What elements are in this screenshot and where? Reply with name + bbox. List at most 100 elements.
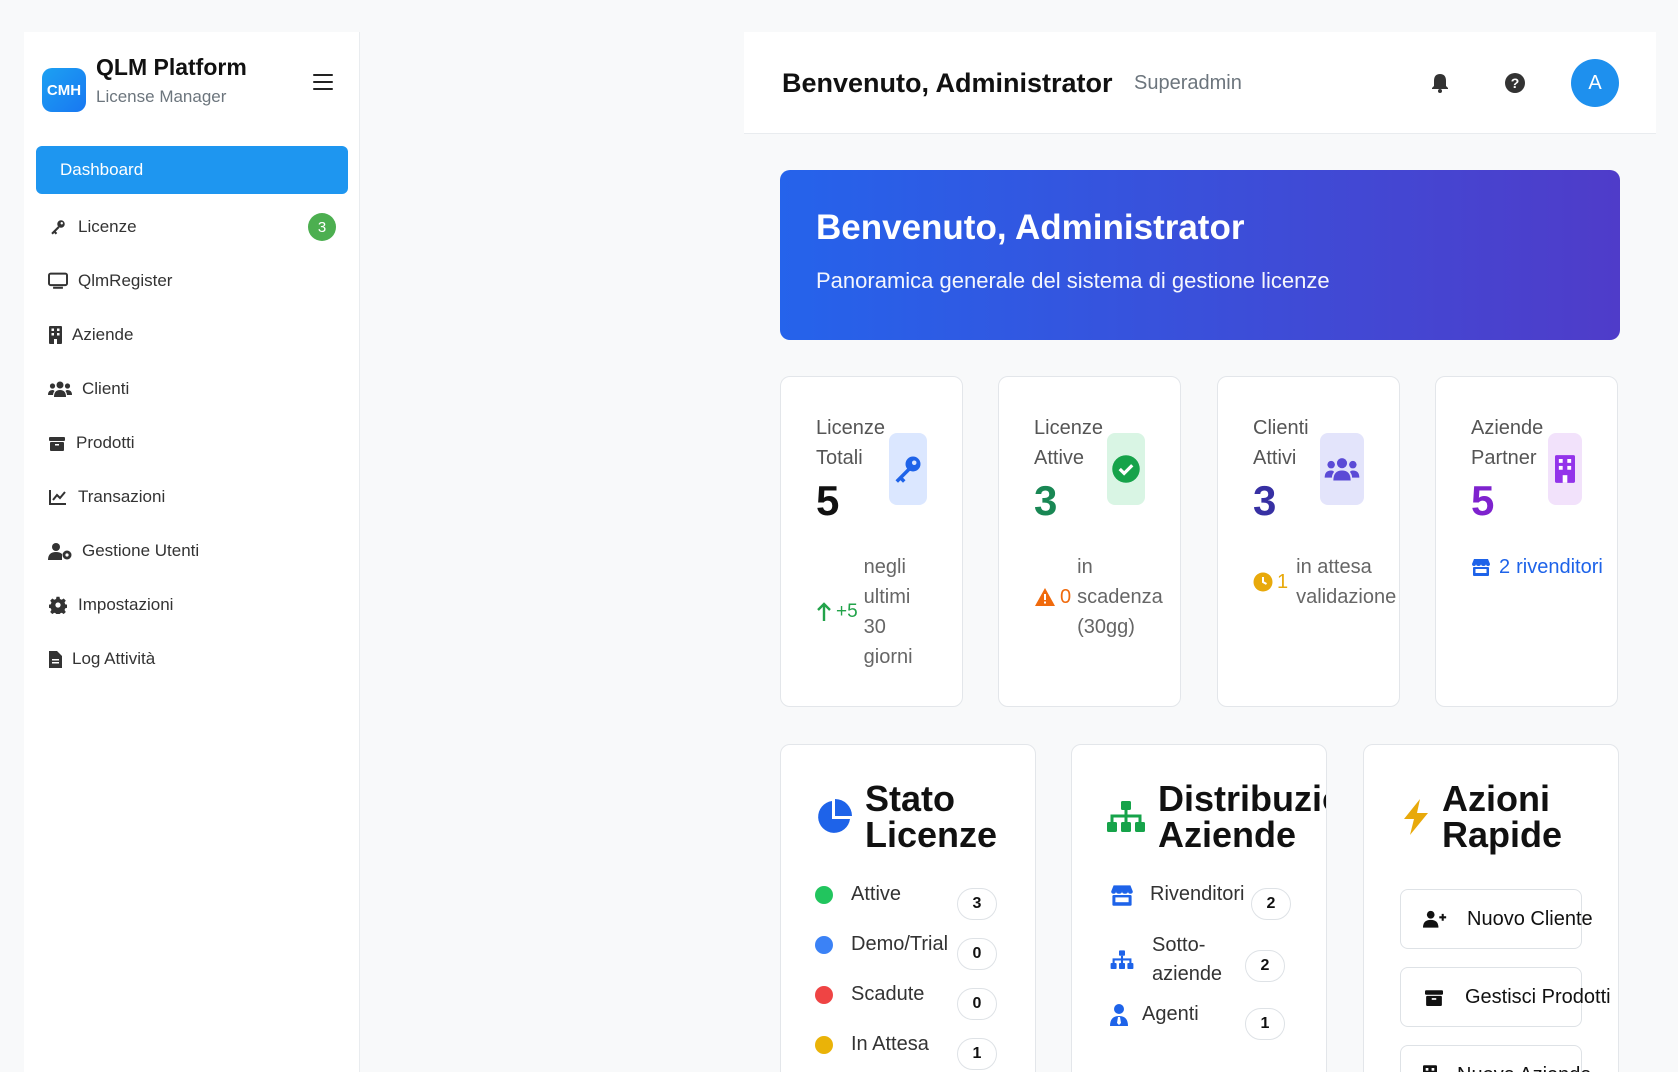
quick-action-label: Nuovo Cliente: [1467, 907, 1593, 930]
key-icon: [48, 217, 68, 237]
card-title: Azioni: [1442, 778, 1550, 819]
building-icon: [48, 325, 62, 345]
arrow-up-icon: [816, 602, 832, 622]
user-plus-icon: [1423, 909, 1447, 929]
monitor-icon: [48, 271, 68, 291]
card-title: Stato: [865, 778, 955, 819]
status-label: Scadute: [851, 983, 925, 1005]
card-title: Rapide: [1442, 814, 1563, 855]
status-dot: [815, 885, 833, 904]
sitemap-icon: [1110, 950, 1134, 970]
status-dot: [815, 985, 833, 1004]
sidebar-item-impostazioni[interactable]: Impostazioni: [36, 581, 348, 629]
distribution-label: Rivenditori: [1150, 883, 1245, 905]
stat-footer-text: negli ultimi 30 giorni: [863, 556, 913, 668]
warning-icon: [1034, 587, 1056, 607]
stat-footer: +5 negli ultimi 30 giorni: [816, 552, 924, 672]
bell-icon[interactable]: [1425, 68, 1455, 98]
distribution-row-sotto-aziende: Sotto-aziende: [1110, 931, 1320, 989]
gestisci-prodotti-button[interactable]: Gestisci Prodotti: [1400, 967, 1611, 1027]
stat-card-aziende-partner: Aziende Partner 5 2 rivenditori: [1435, 376, 1618, 707]
sidebar-item-licenze[interactable]: Licenze 3: [36, 203, 348, 251]
user-role: Superadmin: [1134, 72, 1242, 94]
sidebar-item-qlmregister[interactable]: QlmRegister: [36, 257, 348, 305]
status-label: Demo/Trial: [851, 933, 949, 955]
card-title: Aziende: [1158, 814, 1297, 855]
sidebar-item-prodotti[interactable]: Prodotti: [36, 419, 348, 467]
topbar: Benvenuto, Administrator Superadmin ? A: [744, 32, 1656, 134]
check-circle-icon: [1107, 433, 1145, 505]
sidebar-item-label: Licenze: [78, 217, 137, 236]
box-icon: [1425, 988, 1443, 1006]
user-tie-icon: [1110, 1003, 1128, 1026]
gear-icon: [48, 595, 68, 615]
distribution-count: 2: [1245, 950, 1285, 982]
card-title: Distribuzione: [1158, 778, 1326, 819]
users-icon: [48, 379, 72, 399]
box-icon: [48, 433, 66, 453]
status-count: 0: [957, 988, 997, 1020]
pie-chart-icon: [815, 798, 853, 836]
welcome-banner: Benvenuto, Administrator Panoramica gene…: [780, 170, 1620, 340]
chart-line-icon: [48, 487, 68, 507]
brand[interactable]: CMH QLM Platform License Manager: [42, 54, 247, 112]
brand-subtitle: License Manager: [96, 87, 227, 106]
building-icon: [1423, 1065, 1437, 1072]
stat-card-clienti-attivi: Clienti Attivi 3 1 in attesa validazione: [1217, 376, 1400, 707]
distribuzione-aziende-card: DistribuzioneAziende Rivenditori 2 Sotto…: [1071, 744, 1327, 1072]
status-dot: [815, 1035, 833, 1054]
status-label: Attive: [851, 883, 902, 905]
sidebar-item-log-attivita[interactable]: Log Attività: [36, 635, 348, 683]
stat-footer-number: 0: [1060, 586, 1072, 608]
status-dot: [815, 935, 833, 954]
store-icon: [1110, 884, 1134, 906]
welcome-subtitle: Panoramica generale del sistema di gesti…: [816, 268, 1330, 293]
users-icon: [1320, 433, 1364, 505]
svg-text:?: ?: [1511, 75, 1520, 91]
stat-card-licenze-attive: Licenze Attive 3 0 in scadenza (30gg): [998, 376, 1181, 707]
status-count: 1: [957, 1038, 997, 1070]
stat-footer-number: +5: [836, 601, 858, 622]
sidebar-item-aziende[interactable]: Aziende: [36, 311, 348, 359]
sidebar-item-clienti[interactable]: Clienti: [36, 365, 348, 413]
brand-logo: CMH: [42, 68, 86, 112]
page-title: Benvenuto, Administrator: [782, 68, 1113, 98]
avatar[interactable]: A: [1571, 59, 1619, 107]
building-icon: [1548, 433, 1582, 505]
nuova-azienda-button[interactable]: Nuova Azienda: [1400, 1045, 1592, 1072]
sidebar-item-label: Clienti: [82, 379, 130, 398]
sidebar-item-label: Log Attività: [72, 649, 156, 668]
file-icon: [48, 649, 62, 669]
sidebar-item-gestione-utenti[interactable]: Gestione Utenti: [36, 527, 348, 575]
sidebar-item-label: Impostazioni: [78, 595, 174, 614]
stat-card-licenze-totali: Licenze Totali 5 +5 negli ultimi 30 gior…: [780, 376, 963, 707]
quick-action-label: Gestisci Prodotti: [1465, 985, 1611, 1008]
sidebar-item-label: Aziende: [72, 325, 134, 344]
sidebar-item-transazioni[interactable]: Transazioni: [36, 473, 348, 521]
clock-icon: [1253, 572, 1273, 592]
distribution-label: Sotto-: [1152, 934, 1206, 956]
sidebar-item-label: Transazioni: [78, 487, 166, 506]
help-icon[interactable]: ?: [1500, 68, 1530, 98]
stat-footer: 2 rivenditori: [1471, 552, 1603, 582]
brand-title: QLM Platform: [96, 54, 247, 80]
key-icon: [889, 433, 927, 505]
stat-value: 5: [816, 477, 840, 524]
stat-footer-text: in scadenza (30gg): [1077, 556, 1163, 638]
nuovo-cliente-button[interactable]: Nuovo Cliente: [1400, 889, 1593, 949]
card-title: Licenze: [865, 814, 998, 855]
stat-footer-number: 2: [1499, 556, 1511, 578]
menu-toggle-icon[interactable]: [311, 70, 335, 94]
sidebar-nav: Dashboard Licenze 3 QlmRegister Aziende …: [36, 146, 348, 689]
sidebar-item-dashboard[interactable]: Dashboard: [36, 146, 348, 194]
distribution-row-agenti: Agenti: [1110, 1003, 1320, 1026]
sidebar: CMH QLM Platform License Manager Dashboa…: [24, 32, 360, 1072]
sitemap-icon: [1106, 801, 1146, 833]
azioni-rapide-card: Azioni Rapide Nuovo Cliente Gestisci Prod…: [1363, 744, 1619, 1072]
stat-value: 3: [1253, 477, 1277, 524]
bolt-icon: [1402, 799, 1430, 835]
stat-value: 5: [1471, 477, 1495, 524]
distribution-count: 1: [1245, 1008, 1285, 1040]
sidebar-item-label: Prodotti: [76, 433, 135, 452]
stato-licenze-card: Stato Licenze Attive 3 Demo/Trial 0 Scadu…: [780, 744, 1036, 1072]
